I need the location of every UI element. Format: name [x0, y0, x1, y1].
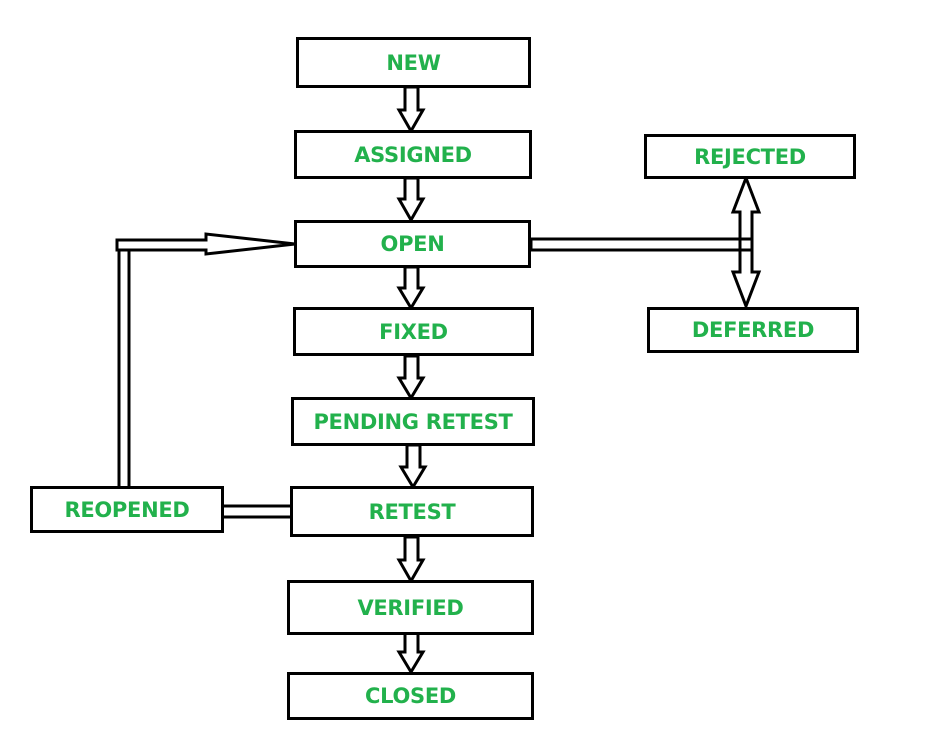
state-deferred-label: DEFERRED [691, 318, 815, 342]
connector-reopened-up [117, 248, 131, 487]
state-pending-retest-label: PENDING RETEST [313, 409, 513, 434]
junction-open-right [738, 237, 754, 252]
arrow-assigned-to-open [396, 176, 426, 224]
connector-open-right [529, 237, 742, 252]
state-closed-label: CLOSED [365, 684, 456, 708]
connector-retest-to-reopened [220, 504, 294, 519]
state-verified-label: VERIFIED [357, 595, 464, 620]
state-fixed-label: FIXED [379, 319, 448, 344]
state-assigned-label: ASSIGNED [354, 142, 472, 167]
state-deferred: DEFERRED [647, 307, 859, 353]
state-new-label: NEW [386, 50, 441, 75]
state-new: NEW [296, 37, 531, 88]
connector-layer [115, 85, 762, 675]
state-retest-label: RETEST [368, 499, 456, 524]
state-reopened-label: REOPENED [64, 497, 190, 522]
arrow-new-to-assigned [396, 85, 426, 135]
state-rejected-label: REJECTED [694, 144, 806, 169]
state-open: OPEN [294, 220, 531, 268]
arrow-pending-to-retest [398, 443, 428, 490]
state-retest: RETEST [290, 486, 534, 537]
state-verified: VERIFIED [287, 580, 534, 635]
arrow-open-to-fixed [396, 265, 426, 311]
state-assigned: ASSIGNED [294, 130, 532, 179]
state-fixed: FIXED [293, 307, 534, 356]
state-reopened: REOPENED [30, 486, 224, 533]
arrow-retest-to-verified [396, 535, 426, 585]
state-closed: CLOSED [287, 672, 534, 720]
state-rejected: REJECTED [644, 134, 856, 179]
arrow-verified-to-closed [396, 630, 426, 675]
arrow-reopened-to-open [115, 232, 296, 256]
state-open-label: OPEN [380, 232, 445, 256]
arrow-fixed-to-pending [396, 354, 426, 401]
state-pending-retest: PENDING RETEST [291, 397, 535, 446]
